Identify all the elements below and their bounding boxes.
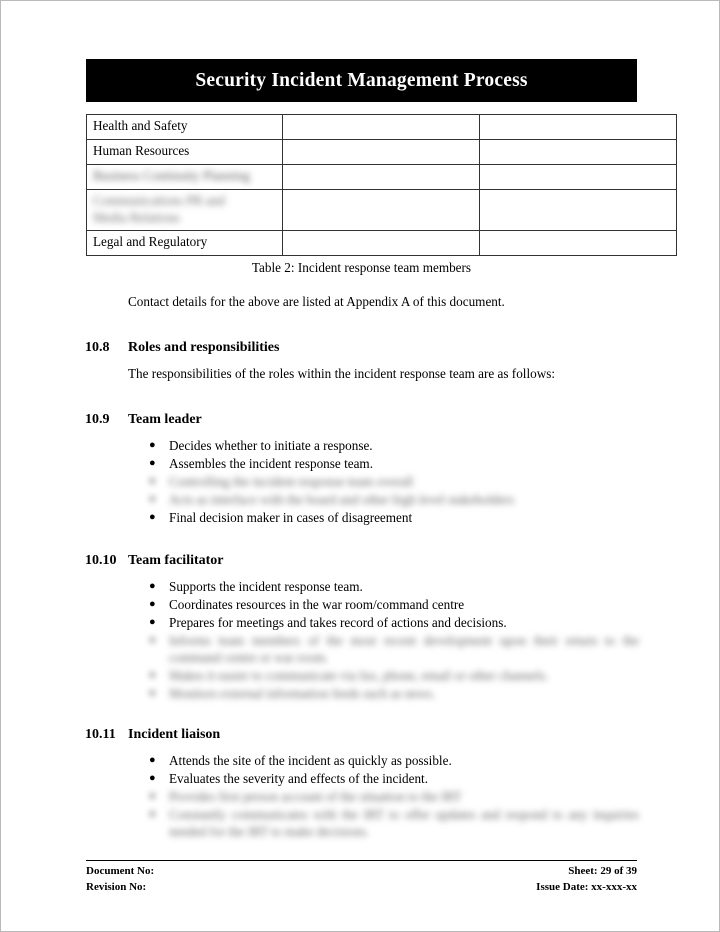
list-item-text: Decides whether to initiate a response. [169,438,373,453]
bullet-icon: ● [149,580,156,592]
list-item-text: Evaluates the severity and effects of th… [169,770,429,786]
incident-liaison-bullet-list: ● Attends the site of the incident as qu… [149,752,639,841]
list-item-redacted: ● Controlling the incident response team… [149,473,639,490]
list-item-redacted: ● Constantly communicates with the IRT t… [149,806,639,841]
list-item-redacted: ● Makes it easier to communicate via fax… [149,667,639,684]
document-title-banner: Security Incident Management Process [86,59,637,102]
list-item: ● Final decision maker in cases of disag… [149,509,639,526]
footer-revision-no: Revision No: [86,880,147,893]
list-item-text: Attends the site of the incident as quic… [169,753,452,768]
redacted-text-line1: Communications PR and [93,192,225,208]
list-item-text: Acts as interface with the board and oth… [169,491,514,507]
bullet-icon: ● [149,439,156,451]
list-item-redacted: ● Monitors external information feeds su… [149,685,639,702]
roles-intro-paragraph: The responsibilities of the roles within… [128,366,556,381]
heading-number: 10.10 [85,553,117,568]
document-page: Security Incident Management Process Hea… [0,0,720,932]
heading-title: Incident liaison [128,727,221,742]
table-row: Communications PR and Media Relations [86,188,677,232]
table-cell-role-redacted: Communications PR and Media Relations [86,188,283,232]
list-item: ● Prepares for meetings and takes record… [149,614,639,631]
list-item-text: Assembles the incident response team. [169,455,373,471]
page-title: Security Incident Management Process [195,69,528,91]
table-cell-role: Legal and Regulatory [86,230,283,257]
table-cell-c [479,230,677,257]
table-row: Legal and Regulatory [86,230,677,257]
bullet-icon: ● [149,510,156,523]
table-cell-b [282,163,480,190]
footer-divider [86,860,637,861]
list-item-text: Prepares for meetings and takes record o… [169,614,507,630]
list-item-text: Informs team members of the most recent … [169,632,639,666]
bullet-icon: ● [149,474,156,487]
list-item-redacted: ● Informs team members of the most recen… [149,632,639,667]
contact-details-note: Contact details for the above are listed… [128,294,505,309]
list-item: ● Coordinates resources in the war room/… [149,596,639,613]
table-cell-c [479,163,677,190]
bullet-icon: ● [149,597,156,610]
table-cell-b [282,188,480,232]
list-item-redacted: ● Acts as interface with the board and o… [149,491,639,508]
heading-title: Team leader [128,412,202,427]
bullet-icon: ● [149,615,156,628]
footer-left: Document No: Revision No: [86,864,154,896]
list-item-redacted: ● Provides first person account of the s… [149,788,639,805]
list-item: ● Supports the incident response team. [149,578,639,595]
bullet-icon: ● [149,789,156,802]
list-item-text: Supports the incident response team. [169,579,363,594]
heading-number: 10.11 [85,727,116,742]
list-item-text: Provides first person account of the sit… [169,788,462,804]
redacted-text: Business Continuity Planning [93,167,250,183]
heading-10-9: 10.9 Team leader [85,412,637,428]
list-item: ● Attends the site of the incident as qu… [149,752,639,769]
heading-title: Team facilitator [128,553,224,568]
bullet-icon: ● [149,687,156,700]
bullet-icon: ● [149,633,156,646]
table-caption: Table 2: Incident response team members [251,260,472,275]
footer-issue-date: Issue Date: xx-xxx-xx [536,880,637,893]
table-cell-b [282,114,480,140]
bullet-icon: ● [149,771,156,784]
list-item-text: Coordinates resources in the war room/co… [169,596,465,612]
table-cell-role-redacted: Business Continuity Planning [86,163,283,190]
table-cell-c [479,138,677,165]
incident-response-team-table: Health and Safety Human Resources Busine… [86,114,677,257]
list-item-text: Final decision maker in cases of disagre… [169,509,413,525]
list-item-text: Monitors external information feeds such… [169,686,436,702]
bullet-icon: ● [149,669,156,682]
page-footer: Document No: Revision No: Sheet: 29 of 3… [86,864,637,896]
table-cell-b [282,138,480,165]
table-cell-b [282,230,480,257]
redacted-text-line2: Media Relations [93,209,180,225]
table-cell-role: Health and Safety [86,114,283,140]
footer-sheet-number: Sheet: 29 of 39 [568,865,637,877]
team-facilitator-bullet-list: ● Supports the incident response team. ●… [149,578,639,703]
table-body: Health and Safety Human Resources Busine… [86,114,677,257]
heading-10-10: 10.10 Team facilitator [85,553,637,569]
list-item-text: Makes it easier to communicate via fax, … [169,668,549,684]
heading-10-8: 10.8 Roles and responsibilities [85,340,637,356]
heading-number: 10.8 [85,340,110,355]
heading-number: 10.9 [85,412,110,427]
list-item: ● Assembles the incident response team. [149,455,639,472]
heading-title: Roles and responsibilities [128,340,280,355]
bullet-icon: ● [149,456,156,469]
team-leader-bullet-list: ● Decides whether to initiate a response… [149,437,639,527]
table-cell-c [479,114,677,140]
table-row: Human Resources [86,138,677,165]
footer-document-no: Document No: [86,865,155,877]
heading-10-11: 10.11 Incident liaison [85,727,637,743]
bullet-icon: ● [149,754,156,766]
table-row: Health and Safety [86,114,677,140]
table-row: Business Continuity Planning [86,163,677,190]
table-cell-role: Human Resources [86,138,283,165]
list-item: ● Evaluates the severity and effects of … [149,770,639,787]
list-item: ● Decides whether to initiate a response… [149,437,639,454]
bullet-icon: ● [149,807,156,820]
table-cell-c [479,188,677,232]
bullet-icon: ● [149,492,156,505]
list-item-text: Constantly communicates with the IRT to … [169,806,639,840]
footer-right: Sheet: 29 of 39 Issue Date: xx-xxx-xx [536,864,637,896]
list-item-text: Controlling the incident response team o… [169,473,414,489]
